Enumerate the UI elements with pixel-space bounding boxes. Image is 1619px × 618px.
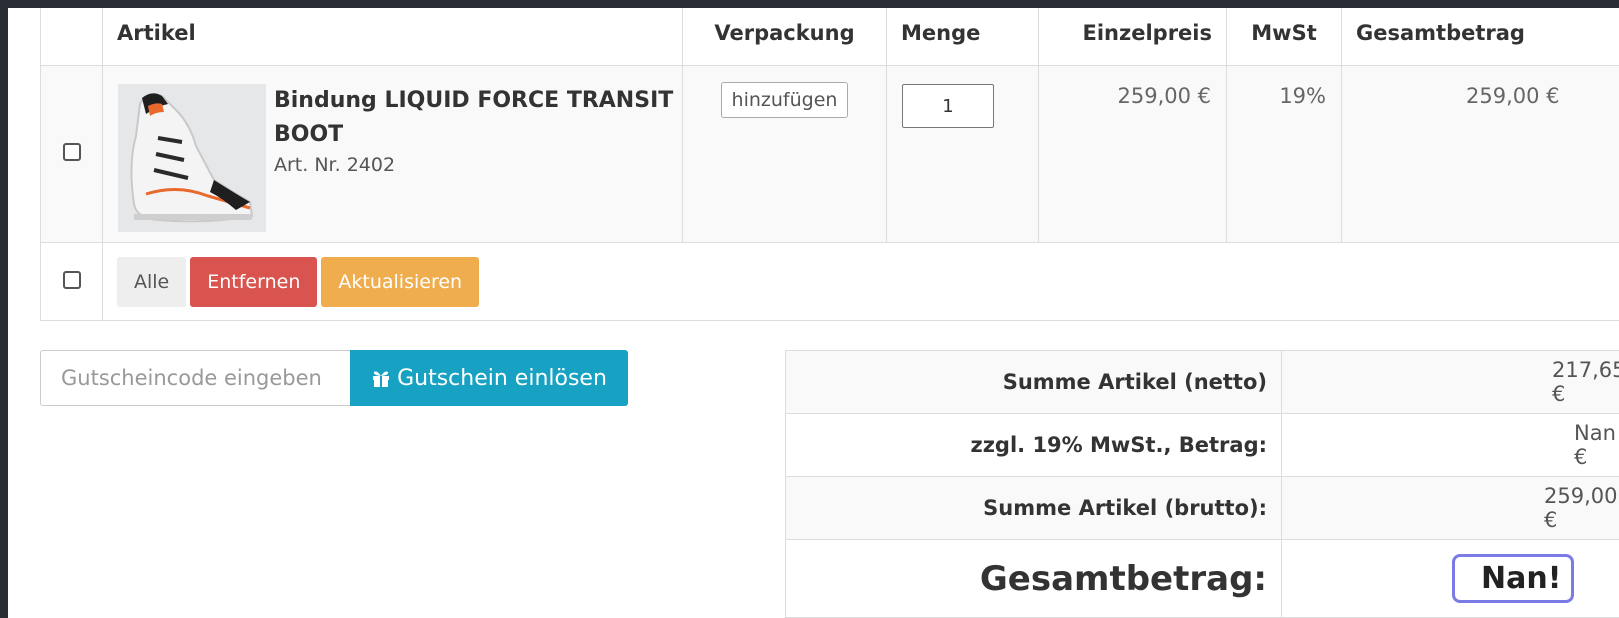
header-article: Artikel: [102, 8, 683, 66]
header-total: Gesamtbetrag: [1341, 8, 1619, 66]
table-header-row: Artikel Verpackung Menge Einzelpreis MwS…: [40, 8, 1619, 66]
grand-total-cell: Nan!: [1281, 539, 1619, 618]
cart-page: Artikel Verpackung Menge Einzelpreis MwS…: [8, 8, 1619, 618]
packaging-cell: hinzufügen: [682, 65, 887, 243]
gift-icon: [373, 371, 390, 387]
product-name[interactable]: Bindung LIQUID FORCE TRANSIT BOOT: [274, 84, 681, 152]
unit-price: 259,00 €: [1117, 84, 1211, 108]
totals-row-gross: Summe Artikel (brutto): 259,00 €: [785, 476, 1619, 540]
totals-row-vat: zzgl. 19% MwSt., Betrag: Nan! €: [785, 413, 1619, 477]
product-image[interactable]: [118, 84, 266, 232]
actions-cell: Alle Entfernen Aktualisieren: [102, 242, 1619, 321]
gross-sum-value: 259,00 €: [1281, 476, 1619, 540]
coupon-input[interactable]: [40, 350, 350, 406]
header-quantity: Menge: [886, 8, 1039, 66]
quantity-cell: [886, 65, 1039, 243]
item-total: 259,00 €: [1466, 84, 1560, 108]
total-cell: 259,00 €: [1341, 65, 1619, 243]
grand-total-value: Nan!: [1452, 554, 1575, 603]
action-row: Alle Entfernen Aktualisieren: [40, 242, 1619, 321]
quantity-input[interactable]: [902, 84, 994, 128]
net-sum-label: Summe Artikel (netto): [785, 350, 1282, 414]
net-sum-value: 217,65 €: [1281, 350, 1619, 414]
vat-amount-label: zzgl. 19% MwSt., Betrag:: [785, 413, 1282, 477]
header-unit-price: Einzelpreis: [1038, 8, 1227, 66]
article-cell: Bindung LIQUID FORCE TRANSIT BOOT Art. N…: [102, 65, 683, 243]
totals-row-net: Summe Artikel (netto) 217,65 €: [785, 350, 1619, 414]
add-packaging-button[interactable]: hinzufügen: [720, 82, 849, 118]
remove-button[interactable]: Entfernen: [190, 256, 318, 307]
header-vat: MwSt: [1226, 8, 1342, 66]
select-all-checkbox[interactable]: [62, 270, 81, 289]
cart-table: Artikel Verpackung Menge Einzelpreis MwS…: [40, 8, 1619, 321]
item-select-cell: [40, 65, 103, 243]
redeem-coupon-label: Gutschein einlösen: [397, 365, 607, 391]
item-checkbox[interactable]: [62, 142, 81, 161]
table-row: Bindung LIQUID FORCE TRANSIT BOOT Art. N…: [40, 65, 1619, 243]
unit-price-cell: 259,00 €: [1038, 65, 1227, 243]
header-packaging: Verpackung: [682, 8, 887, 66]
coupon-form: Gutschein einlösen: [40, 350, 628, 406]
product-article-number: Art. Nr. 2402: [274, 154, 396, 176]
gross-sum-label: Summe Artikel (brutto):: [785, 476, 1282, 540]
boot-image-icon: [118, 84, 266, 232]
grand-total-label: Gesamtbetrag:: [785, 539, 1282, 618]
vat-cell: 19%: [1226, 65, 1342, 243]
update-button[interactable]: Aktualisieren: [321, 256, 480, 307]
vat-rate: 19%: [1279, 84, 1326, 108]
totals-table: Summe Artikel (netto) 217,65 € zzgl. 19%…: [785, 350, 1619, 618]
select-all-button[interactable]: Alle: [117, 256, 187, 307]
vat-amount-value: Nan! €: [1281, 413, 1619, 477]
redeem-coupon-button[interactable]: Gutschein einlösen: [350, 350, 628, 406]
totals-row-grand: Gesamtbetrag: Nan!: [785, 539, 1619, 618]
select-all-cell: [40, 242, 103, 321]
header-select: [40, 8, 103, 66]
